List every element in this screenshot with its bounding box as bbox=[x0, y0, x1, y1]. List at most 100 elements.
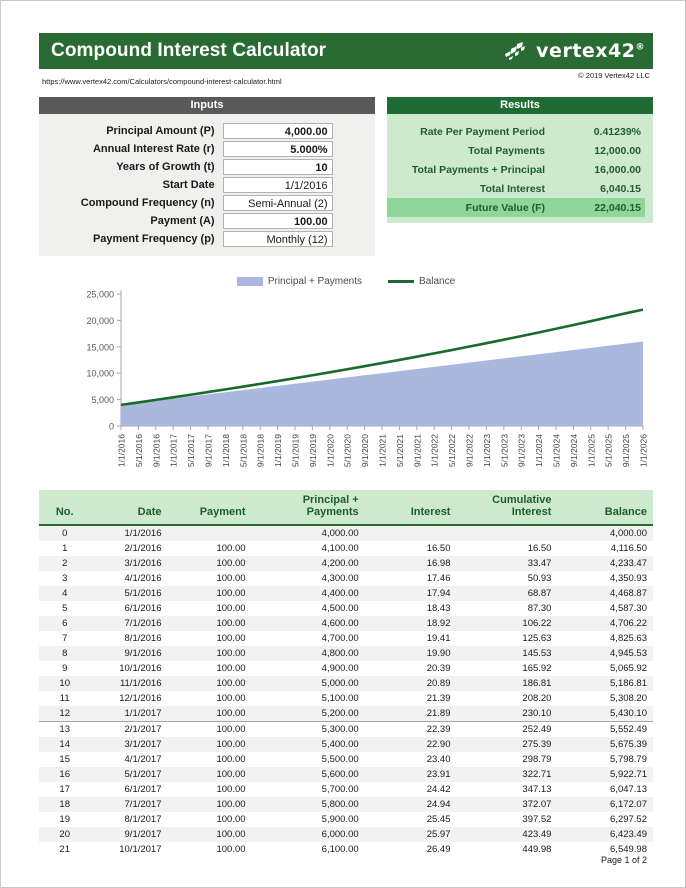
amortization-header-row: No. Date Payment Principal + Payments Int… bbox=[39, 490, 653, 526]
cell-balance: 5,065.92 bbox=[610, 662, 647, 674]
x-axis-tick-label: 9/1/2024 bbox=[569, 434, 579, 467]
cell-balance: 5,308.20 bbox=[610, 692, 647, 704]
cell-principal-payments: 4,600.00 bbox=[251, 615, 365, 631]
column-header-interest: Interest bbox=[364, 490, 457, 526]
template-url[interactable]: https://www.vertex42.com/Calculators/com… bbox=[42, 77, 282, 86]
result-label-total-payments-principal: Total Payments + Principal bbox=[411, 163, 545, 176]
cell-payment: 100.00 bbox=[167, 766, 252, 782]
cell-date: 5/1/2016 bbox=[90, 585, 168, 601]
cell-balance: 4,945.53 bbox=[557, 645, 653, 661]
table-row: 9 10/1/2016 100.00 4,900.00 20.39 165.92 5,065… bbox=[39, 661, 653, 676]
table-row: 2 3/1/2016 100.00 4,200.00 16.98 33.47 4,233.4… bbox=[39, 555, 653, 571]
x-axis-tick-label: 1/1/2026 bbox=[639, 434, 649, 467]
cell-payment: 100.00 bbox=[216, 602, 246, 614]
input-row-payment-frequency: Payment Frequency (p) Monthly (12) bbox=[39, 230, 365, 248]
cell-balance: 6,172.07 bbox=[557, 796, 653, 812]
cell-date: 12/1/2016 bbox=[119, 692, 162, 704]
cell-payment: 100.00 bbox=[216, 723, 246, 735]
copyright-notice: © 2019 Vertex42 LLC bbox=[578, 71, 650, 80]
input-row-rate: Annual Interest Rate (r) 5.000% bbox=[39, 140, 365, 158]
cell-balance: 4,116.50 bbox=[610, 542, 647, 554]
x-axis-tick-label: 5/1/2023 bbox=[499, 434, 509, 467]
input-cell-payment-frequency: Monthly (12) bbox=[222, 230, 365, 248]
legend-label-balance: Balance bbox=[419, 276, 456, 287]
cell-interest: 19.41 bbox=[426, 632, 451, 644]
payment-frequency-select[interactable]: Monthly (12) bbox=[222, 230, 333, 247]
table-row: 10 11/1/2016 100.00 5,000.00 20.89 186.81 5,18… bbox=[39, 675, 653, 691]
cell-interest: 23.40 bbox=[426, 753, 451, 765]
cell-cumulative-interest: 423.49 bbox=[456, 826, 558, 842]
cell-principal-payments: 5,800.00 bbox=[251, 796, 365, 812]
payment-amount-input[interactable]: 100.00 bbox=[222, 212, 333, 229]
table-row: 4 5/1/2016 100.00 4,400.00 17.94 68.87 4,468.8… bbox=[39, 585, 653, 601]
cell-cumulative-interest: 275.39 bbox=[456, 736, 558, 752]
table-row: 11 12/1/2016 100.00 5,100.00 21.39 208.20 5,30… bbox=[39, 691, 653, 706]
cell-payment: 100.00 bbox=[216, 783, 246, 795]
x-axis-tick-label: 1/1/2019 bbox=[273, 434, 283, 467]
cell-payment: 100.00 bbox=[216, 753, 246, 765]
cell-payment: 100.00 bbox=[167, 796, 252, 812]
cell-balance: 4,468.87 bbox=[557, 585, 653, 601]
result-value-future-value: 22,040.15 bbox=[557, 198, 645, 217]
result-value-total-payments: 12,000.00 bbox=[594, 144, 641, 157]
cell-principal-payments: 5,500.00 bbox=[321, 753, 359, 765]
cell-balance: 4,825.63 bbox=[610, 632, 647, 644]
compound-frequency-select[interactable]: Semi-Annual (2) bbox=[222, 194, 333, 211]
cell-date: 8/1/2016 bbox=[124, 632, 162, 644]
result-row-rate-per-period: Rate Per Payment Period 0.41239% bbox=[387, 122, 645, 141]
input-label-years: Years of Growth (t) bbox=[116, 161, 215, 173]
years-of-growth-input[interactable]: 10 bbox=[222, 158, 333, 175]
input-row-start-date: Start Date 1/1/2016 bbox=[39, 176, 365, 194]
cell-date: 7/1/2017 bbox=[90, 796, 168, 812]
cell-principal-payments: 4,700.00 bbox=[321, 632, 359, 644]
input-row-compound-frequency: Compound Frequency (n) Semi-Annual (2) bbox=[39, 194, 365, 212]
column-header-payment: Payment bbox=[167, 490, 252, 526]
annual-interest-rate-input[interactable]: 5.000% bbox=[222, 140, 333, 157]
cell-date: 9/1/2016 bbox=[90, 645, 168, 661]
cell-payment: 100.00 bbox=[167, 555, 252, 571]
cell-no: 19 bbox=[59, 813, 70, 825]
cell-date: 5/1/2017 bbox=[90, 766, 168, 782]
cell-balance: 4,233.47 bbox=[557, 555, 653, 571]
input-label-start-date: Start Date bbox=[162, 179, 215, 191]
result-row-total-payments-principal: Total Payments + Principal 16,000.00 bbox=[387, 160, 645, 179]
cell-balance: 6,297.52 bbox=[610, 813, 647, 825]
cell-principal-payments: 5,100.00 bbox=[321, 692, 359, 704]
legend-item-principal-payments: Principal + Payments bbox=[236, 276, 362, 287]
cell-cumulative-interest: 68.87 bbox=[456, 585, 558, 601]
cell-no: 8 bbox=[39, 645, 91, 661]
vertex42-logo[interactable]: vertex42® bbox=[505, 40, 645, 62]
inputs-panel: Inputs Principal Amount (P) 4,000.00 Ann… bbox=[39, 97, 375, 256]
cell-no: 18 bbox=[39, 796, 91, 812]
cell-cumulative-interest: 106.22 bbox=[456, 615, 558, 631]
cell-payment: 100.00 bbox=[167, 645, 252, 661]
cell-no: 4 bbox=[39, 585, 91, 601]
cell-interest: 24.42 bbox=[426, 783, 451, 795]
x-axis-tick-label: 9/1/2025 bbox=[621, 434, 631, 467]
result-value-total-payments-principal: 16,000.00 bbox=[594, 163, 641, 176]
page-title: Compound Interest Calculator bbox=[51, 40, 327, 61]
y-axis-tick-label: 5,000 bbox=[91, 395, 114, 405]
cell-interest: 20.39 bbox=[426, 662, 451, 674]
x-axis-tick-label: 9/1/2023 bbox=[517, 434, 527, 467]
cell-payment: 100.00 bbox=[216, 662, 246, 674]
cell-interest: 23.91 bbox=[364, 766, 457, 782]
x-axis-tick-label: 1/1/2025 bbox=[586, 434, 596, 467]
cell-cumulative-interest bbox=[456, 524, 558, 541]
cell-interest: 20.89 bbox=[364, 675, 457, 691]
start-date-input[interactable]: 1/1/2016 bbox=[222, 176, 333, 193]
principal-amount-input[interactable]: 4,000.00 bbox=[222, 122, 333, 139]
cell-principal-payments: 4,800.00 bbox=[251, 645, 365, 661]
table-row: 19 8/1/2017 100.00 5,900.00 25.45 397.52 6,297… bbox=[39, 812, 653, 827]
chart-canvas: 0 5,000 10,000 15,000 20,000 25,000 1/1/2016 5/… bbox=[86, 290, 649, 468]
y-axis-tick-label: 15,000 bbox=[86, 342, 114, 352]
x-axis-tick-label: 5/1/2017 bbox=[186, 434, 196, 467]
cell-no: 11 bbox=[59, 692, 70, 704]
cell-date: 7/1/2016 bbox=[90, 615, 168, 631]
x-axis-tick-label: 1/1/2016 bbox=[117, 434, 127, 467]
cell-no: 15 bbox=[59, 753, 70, 765]
cell-no: 10 bbox=[39, 675, 91, 691]
x-axis-tick-label: 9/1/2020 bbox=[360, 434, 370, 467]
column-header-cumulative-interest: Cumulative Interest bbox=[456, 490, 558, 526]
table-row: 16 5/1/2017 100.00 5,600.00 23.91 322.71 5,922… bbox=[39, 766, 653, 782]
